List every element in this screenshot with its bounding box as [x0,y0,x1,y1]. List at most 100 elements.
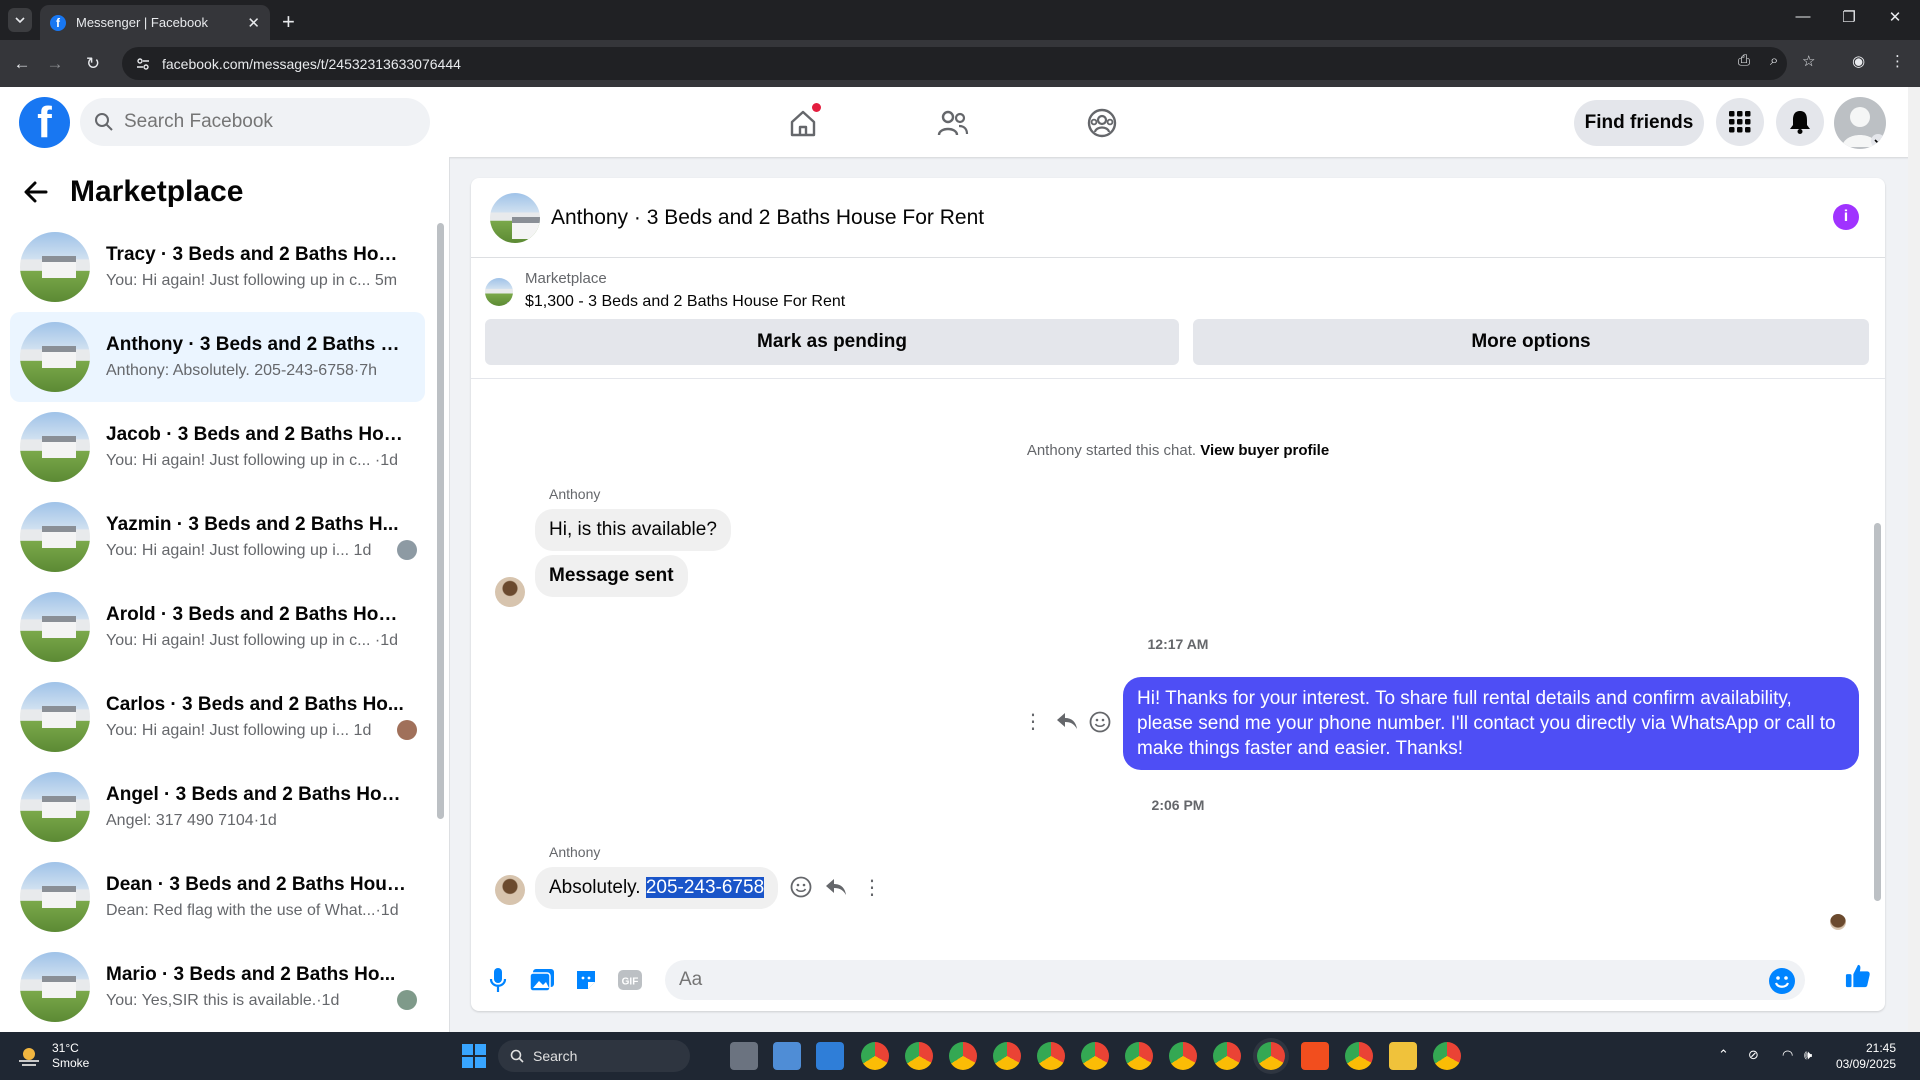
facebook-logo[interactable]: f [19,97,70,148]
smile-icon [1774,976,1790,988]
conversation-snippet: You: Hi again! Just following up i... 1d [106,722,372,739]
app-icon[interactable] [816,1042,844,1070]
info-icon[interactable]: i [1833,204,1859,230]
minimize-icon[interactable]: — [1780,8,1826,25]
nav-friends[interactable] [929,99,977,147]
tray-overflow-icon[interactable]: ⌃ [1718,1047,1729,1063]
chat-scrollbar[interactable] [1874,523,1881,901]
reply-icon[interactable] [1056,712,1078,730]
reload-icon[interactable]: ↻ [80,51,106,77]
mark-as-pending-button[interactable]: Mark as pending [485,319,1179,365]
chrome-icon[interactable] [861,1042,889,1070]
chrome-icon[interactable] [1125,1042,1153,1070]
more-actions-icon[interactable]: ⋮ [862,875,882,900]
nav-home[interactable] [779,99,827,147]
attach-photo-button[interactable] [529,967,555,993]
facebook-favicon-icon: f [50,14,66,31]
conversation-snippet: You: Hi again! Just following up in c...… [106,452,399,469]
new-tab-button[interactable]: + [282,9,295,35]
tab-close-icon[interactable]: ✕ [247,14,260,32]
bell-icon [1790,111,1810,134]
chrome-icon[interactable] [993,1042,1021,1070]
start-button[interactable] [462,1044,486,1068]
chat-title[interactable]: Anthony · 3 Beds and 2 Baths House For R… [551,206,984,230]
calculator-icon[interactable] [773,1042,801,1070]
incoming-message-phone[interactable]: Absolutely. 205-243-6758 [535,867,779,909]
file-explorer-icon[interactable] [1389,1042,1417,1070]
gif-button[interactable]: GIF [617,967,643,993]
wifi-icon[interactable]: ◠ [1782,1047,1793,1063]
chrome-icon[interactable] [1169,1042,1197,1070]
site-info-icon[interactable] [136,57,150,71]
conversation-item[interactable]: Jacob · 3 Beds and 2 Baths Hous... You: H… [10,402,425,492]
network-off-icon[interactable]: ⊘ [1748,1047,1759,1063]
back-arrow-icon[interactable] [24,181,48,203]
figma-icon[interactable] [1301,1042,1329,1070]
chrome-icon[interactable] [949,1042,977,1070]
voice-clip-button[interactable] [485,967,511,993]
nav-groups[interactable] [1078,99,1126,147]
page-scrollbar[interactable] [1908,87,1920,1032]
browser-menu-icon[interactable]: ⋮ [1890,52,1905,70]
weather-widget[interactable]: 31°C Smoke [16,1041,89,1071]
emoji-picker-icon[interactable] [1769,968,1795,994]
task-view-icon[interactable] [730,1042,758,1070]
find-friends-button[interactable]: Find friends [1574,100,1704,146]
listing-banner[interactable]: Marketplace $1,300 - 3 Beds and 2 Baths … [485,270,845,311]
profile-icon[interactable]: ◉ [1852,52,1865,70]
facebook-search[interactable] [80,98,430,146]
notifications-button[interactable] [1776,98,1824,146]
system-clock[interactable]: 21:45 03/09/2025 [1836,1040,1896,1072]
install-app-icon[interactable]: ⎙ [1738,52,1750,69]
sticker-button[interactable] [573,967,599,993]
conversation-item[interactable]: Mario · 3 Beds and 2 Baths Ho... You: Yes… [10,942,425,1032]
more-options-button[interactable]: More options [1193,319,1869,365]
chrome-icon[interactable] [1345,1042,1373,1070]
tab-search-button[interactable] [8,8,32,32]
volume-icon[interactable]: 🕪 [1804,1047,1812,1063]
sender-avatar[interactable] [495,875,525,905]
bookmark-star-icon[interactable]: ☆ [1802,52,1815,70]
sidebar-scrollbar[interactable] [437,223,444,819]
browser-tab-messenger[interactable]: f Messenger | Facebook ✕ [40,5,270,40]
emoji-react-icon[interactable] [1089,711,1111,733]
incoming-message[interactable]: Hi, is this available? [535,509,731,551]
conversation-item-active[interactable]: Anthony · 3 Beds and 2 Baths Ho... Anthon… [10,312,425,402]
like-button[interactable] [1845,963,1871,989]
listing-thumbnail[interactable] [490,192,540,243]
account-avatar[interactable] [1834,97,1886,149]
chrome-icon[interactable] [1037,1042,1065,1070]
outgoing-message[interactable]: Hi! Thanks for your interest. To share f… [1123,677,1859,770]
phone-number-selection[interactable]: 205-243-6758 [645,877,765,898]
incoming-message[interactable]: Message sent [535,555,688,597]
view-buyer-profile-link[interactable]: View buyer profile [1200,442,1329,459]
conversation-item[interactable]: Angel · 3 Beds and 2 Baths Hous... Angel:… [10,762,425,852]
forward-arrow-icon[interactable]: → [42,51,68,77]
conversation-item[interactable]: Tracy · 3 Beds and 2 Baths House... You: … [10,222,425,312]
sender-avatar[interactable] [495,577,525,607]
reply-icon[interactable] [825,878,847,896]
temperature: 31°C [52,1041,79,1055]
conversation-item[interactable]: Dean · 3 Beds and 2 Baths House... Dean: … [10,852,425,942]
restore-icon[interactable]: ❐ [1826,8,1872,26]
conversation-item[interactable]: Yazmin · 3 Beds and 2 Baths H... You: Hi … [10,492,425,582]
taskbar-search[interactable]: Search [498,1040,690,1072]
chrome-icon[interactable] [1433,1042,1461,1070]
back-arrow-icon[interactable]: ← [9,51,35,77]
chrome-icon[interactable] [1081,1042,1109,1070]
search-icon [510,1049,524,1063]
zoom-icon[interactable]: ⌕ [1770,52,1778,69]
search-input[interactable] [124,111,374,133]
menu-grid-button[interactable] [1716,98,1764,146]
chrome-icon[interactable] [905,1042,933,1070]
message-input[interactable] [679,969,1729,991]
conversation-item[interactable]: Arold · 3 Beds and 2 Baths Hous... You: H… [10,582,425,672]
message-input-box[interactable] [665,960,1805,1000]
conversation-item[interactable]: Carlos · 3 Beds and 2 Baths Ho... You: Hi… [10,672,425,762]
more-actions-icon[interactable]: ⋮ [1023,709,1043,734]
chrome-icon[interactable] [1213,1042,1241,1070]
window-close-icon[interactable]: ✕ [1872,8,1918,26]
address-bar[interactable]: facebook.com/messages/t/2453231363307644… [122,47,1787,80]
chrome-icon-active[interactable] [1257,1042,1285,1070]
emoji-react-icon[interactable] [790,876,812,898]
